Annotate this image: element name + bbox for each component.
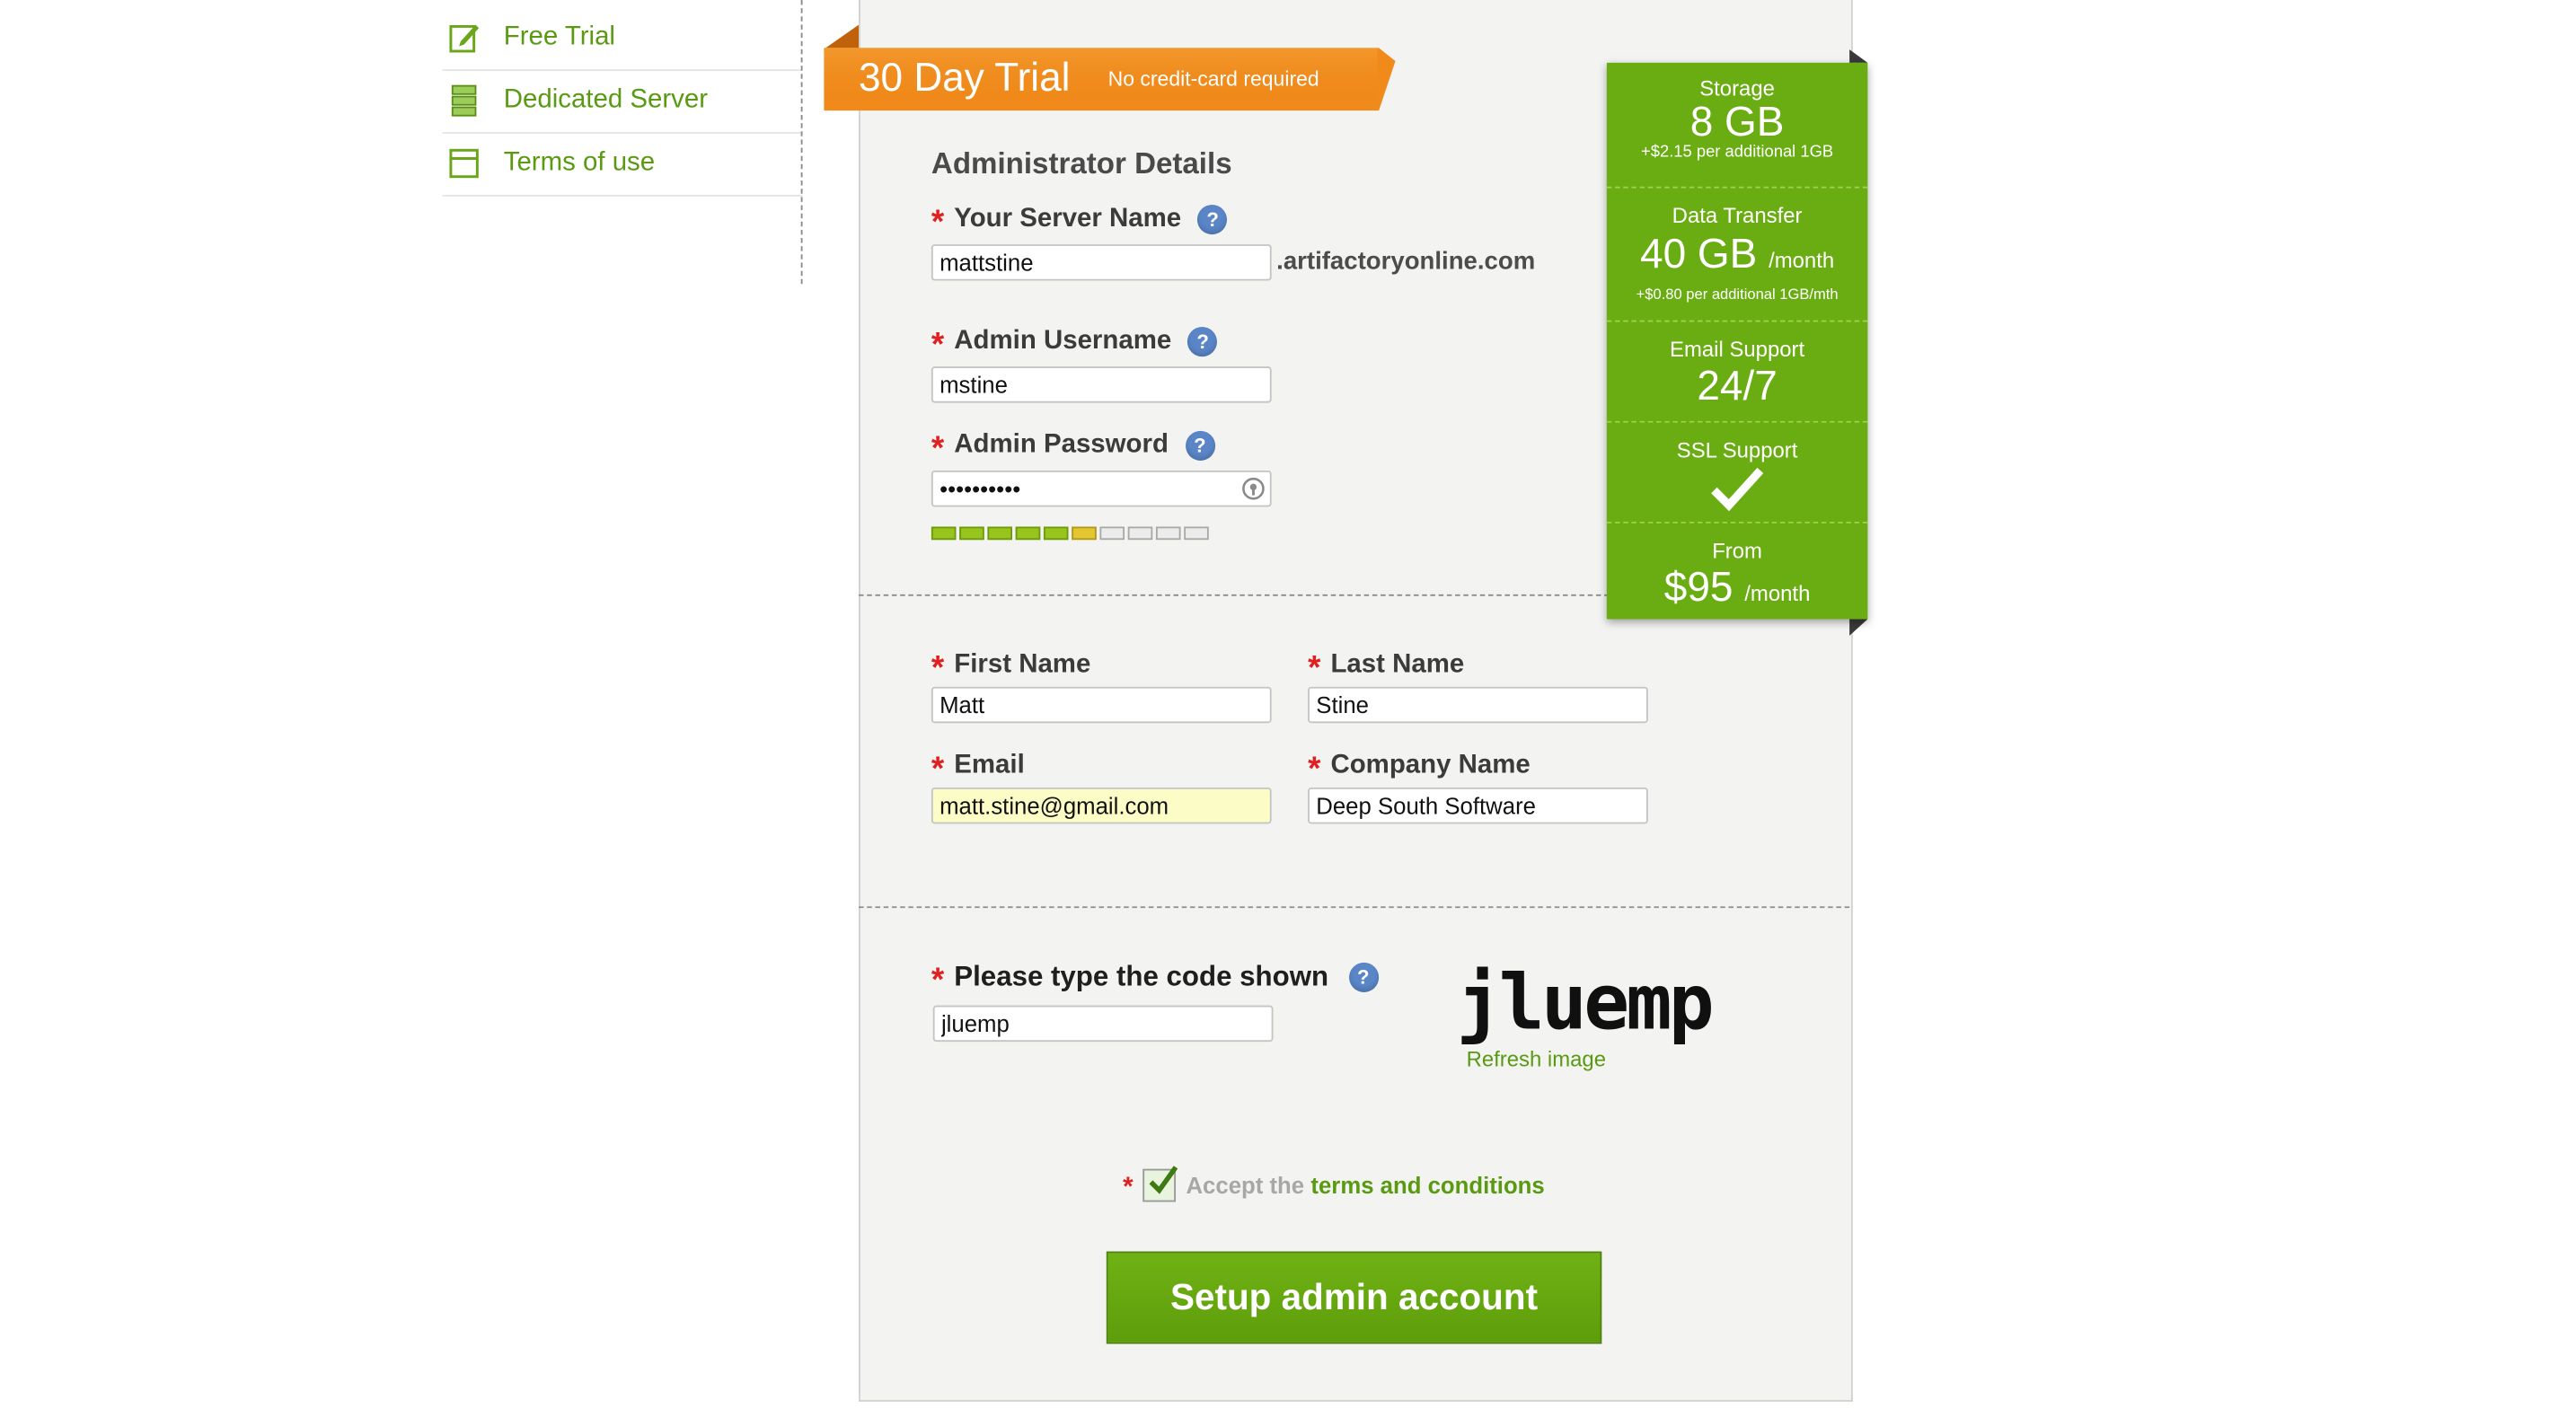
checkmark-icon <box>1149 1166 1178 1194</box>
strength-segment <box>1127 526 1153 541</box>
email-support-title: Email Support <box>1670 337 1805 362</box>
required-mark: * <box>931 430 945 468</box>
price-value: $95 <box>1663 564 1734 612</box>
setup-admin-account-button[interactable]: Setup admin account <box>1106 1251 1602 1344</box>
sidebar-divider <box>800 0 803 285</box>
captcha-label: * Please type the code shown ? <box>931 961 1379 999</box>
terms-row: * Accept the terms and conditions <box>1123 1166 1545 1202</box>
pricing-panel: Storage 8 GB +$2.15 per additional 1GB D… <box>1606 62 1868 620</box>
checkmark-icon <box>1607 465 1867 520</box>
storage-title: Storage <box>1699 75 1775 101</box>
strength-segment <box>987 526 1013 541</box>
terms-link[interactable]: terms and conditions <box>1310 1172 1544 1198</box>
password-strength-meter <box>931 526 1209 541</box>
server-name-input[interactable] <box>931 244 1272 281</box>
strength-segment <box>1043 526 1069 541</box>
sidebar-item-terms-of-use[interactable]: Terms of use <box>442 132 803 197</box>
transfer-title: Data Transfer <box>1672 203 1803 228</box>
strength-segment <box>1155 526 1181 541</box>
required-mark: * <box>1308 751 1321 788</box>
trial-ribbon: 30 Day Trial No credit-card required <box>823 24 1398 112</box>
email-support-value: 24/7 <box>1697 363 1778 409</box>
captcha-input[interactable] <box>932 1005 1274 1043</box>
admin-password-label: * Admin Password ? <box>931 430 1215 468</box>
required-mark: * <box>1308 650 1321 687</box>
admin-username-label: * Admin Username ? <box>931 327 1218 364</box>
help-icon[interactable]: ? <box>1197 204 1228 235</box>
help-icon[interactable]: ? <box>1187 327 1218 357</box>
section-heading: Administrator Details <box>931 146 1232 180</box>
required-mark: * <box>931 962 945 999</box>
first-name-label: * First Name <box>931 650 1091 687</box>
required-mark: * <box>931 204 945 242</box>
transfer-note: +$0.80 per additional 1GB/mth <box>1636 286 1839 303</box>
section-divider <box>859 906 1850 909</box>
transfer-value: 40 GB <box>1640 231 1758 277</box>
ribbon-subtitle: No credit-card required <box>1107 67 1319 92</box>
first-name-input[interactable] <box>931 686 1272 724</box>
ssl-support-title: SSL Support <box>1676 437 1798 462</box>
price-from-title: From <box>1712 538 1762 563</box>
terms-checkbox[interactable] <box>1142 1166 1178 1202</box>
help-icon[interactable]: ? <box>1185 430 1215 461</box>
company-name-label: * Company Name <box>1308 751 1531 788</box>
captcha-image: jluemp <box>1456 957 1715 1047</box>
password-key-icon[interactable] <box>1242 477 1266 508</box>
sidebar-item-label: Free Trial <box>503 22 615 51</box>
server-domain-suffix: .artifactoryonline.com <box>1276 247 1536 277</box>
edit-icon <box>446 20 481 56</box>
last-name-input[interactable] <box>1308 686 1648 724</box>
server-name-label: * Your Server Name ? <box>931 204 1228 242</box>
strength-segment <box>1015 526 1041 541</box>
email-input[interactable] <box>931 787 1272 824</box>
price-unit: /month <box>1744 581 1811 606</box>
strength-segment <box>1184 526 1209 541</box>
sidebar-item-free-trial[interactable]: Free Trial <box>442 6 803 72</box>
document-icon <box>446 145 481 181</box>
admin-username-input[interactable] <box>931 366 1272 403</box>
strength-segment <box>1099 526 1125 541</box>
sidebar-item-dedicated-server[interactable]: Dedicated Server <box>442 69 803 134</box>
transfer-unit: /month <box>1769 247 1835 273</box>
strength-segment <box>931 526 957 541</box>
last-name-label: * Last Name <box>1308 650 1465 687</box>
admin-password-input[interactable] <box>931 470 1272 507</box>
terms-prefix: Accept the <box>1186 1172 1305 1199</box>
ribbon-title: 30 Day Trial <box>859 56 1071 101</box>
help-icon[interactable]: ? <box>1348 962 1379 992</box>
refresh-image-link[interactable]: Refresh image <box>1467 1047 1606 1072</box>
email-label: * Email <box>931 751 1025 788</box>
strength-segment <box>959 526 984 541</box>
company-name-input[interactable] <box>1308 787 1648 824</box>
storage-value: 8 GB <box>1689 99 1785 145</box>
required-mark: * <box>931 650 945 687</box>
storage-note: +$2.15 per additional 1GB <box>1641 143 1834 163</box>
required-mark: * <box>931 327 945 364</box>
required-mark: * <box>1123 1174 1134 1202</box>
strength-segment <box>1072 526 1097 541</box>
required-mark: * <box>931 751 945 788</box>
sidebar-item-label: Dedicated Server <box>503 85 709 114</box>
sidebar-item-label: Terms of use <box>503 148 656 177</box>
server-stack-icon <box>446 83 481 119</box>
